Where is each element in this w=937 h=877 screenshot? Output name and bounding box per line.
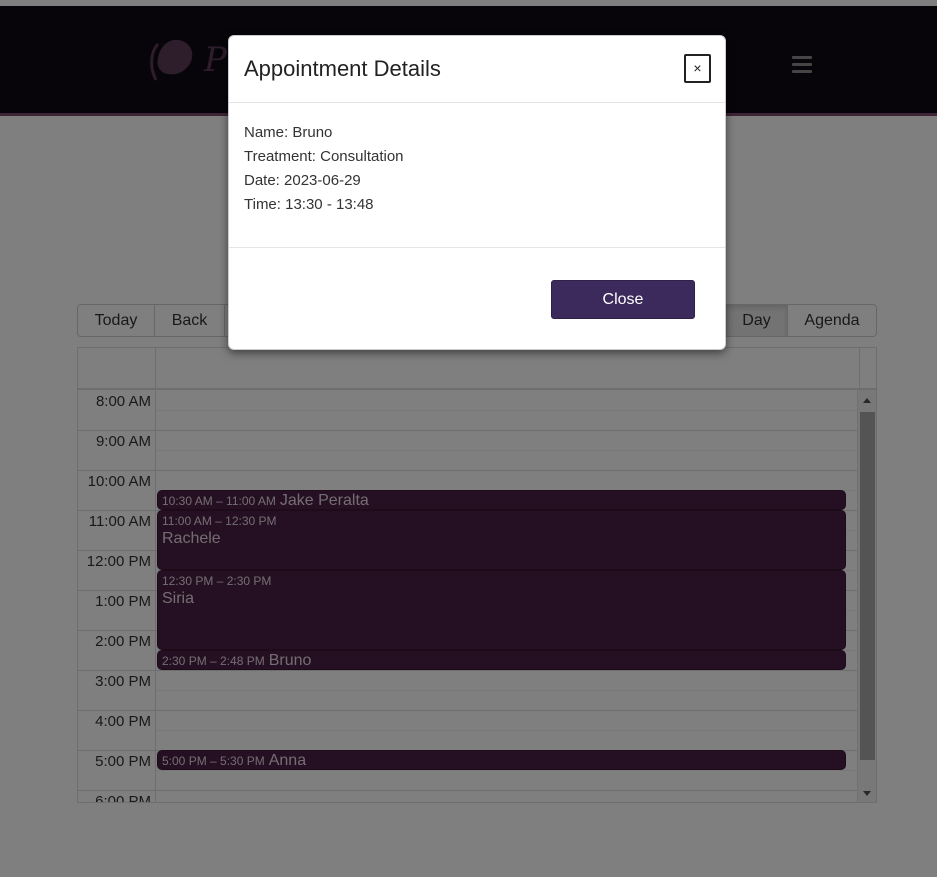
appointment-name: Name: Bruno bbox=[244, 124, 333, 141]
appointment-details-modal: Appointment Details × Name: Bruno Treatm… bbox=[228, 35, 726, 350]
close-icon[interactable]: × bbox=[684, 54, 711, 83]
appointment-date: Date: 2023-06-29 bbox=[244, 172, 361, 189]
modal-title: Appointment Details bbox=[244, 56, 441, 81]
modal-footer: Close bbox=[229, 249, 725, 349]
modal-body: Name: Bruno Treatment: Consultation Date… bbox=[229, 104, 725, 248]
appointment-treatment: Treatment: Consultation bbox=[244, 148, 404, 165]
appointment-time: Time: 13:30 - 13:48 bbox=[244, 196, 374, 213]
modal-header: Appointment Details × bbox=[229, 36, 725, 103]
close-button[interactable]: Close bbox=[551, 280, 695, 319]
